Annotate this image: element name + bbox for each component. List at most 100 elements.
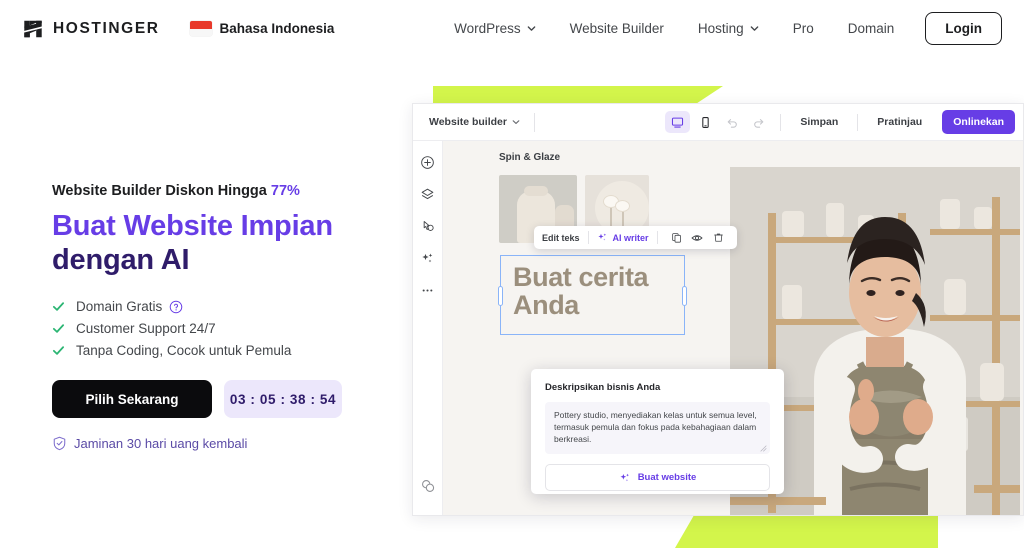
builder-title-label: Website builder xyxy=(429,116,507,128)
feature-label: Domain Gratis xyxy=(76,299,163,315)
hostinger-h-logo-icon xyxy=(22,18,44,40)
money-back-guarantee: Jaminan 30 hari uang kembali xyxy=(52,436,392,451)
create-website-label: Buat website xyxy=(637,472,697,483)
desktop-monitor-icon xyxy=(672,117,684,128)
list-item: Customer Support 24/7 xyxy=(52,321,392,336)
toolbar-divider xyxy=(780,113,782,131)
feature-label: Tanpa Coding, Cocok untuk Pemula xyxy=(76,343,292,359)
layers-icon[interactable] xyxy=(417,183,439,205)
ai-describe-business-panel: Deskripsikan bisnis Anda Pottery studio,… xyxy=(531,369,784,494)
language-label: Bahasa Indonesia xyxy=(219,21,335,36)
headline-line-2: dengan AI xyxy=(52,243,190,276)
login-button[interactable]: Login xyxy=(925,12,1002,45)
hero-section: Website Builder Diskon Hingga 77% Buat W… xyxy=(52,183,392,451)
flower-shape xyxy=(615,200,630,212)
builder-sidebar xyxy=(413,141,443,515)
add-circle-icon[interactable] xyxy=(417,151,439,173)
list-item: Tanpa Coding, Cocok untuk Pemula xyxy=(52,343,392,358)
list-item: Domain Gratis xyxy=(52,299,392,314)
canvas-site-title: Spin & Glaze xyxy=(499,152,561,163)
chevron-down-icon xyxy=(527,26,535,31)
publish-button[interactable]: Onlinekan xyxy=(942,110,1015,134)
headline-line-1: Buat Website Impian xyxy=(52,210,333,242)
language-selector[interactable]: Bahasa Indonesia xyxy=(189,21,335,36)
duplicate-icon[interactable] xyxy=(669,230,684,245)
hero-eyebrow: Website Builder Diskon Hingga 77% xyxy=(52,183,392,199)
create-website-button[interactable]: Buat website xyxy=(545,464,770,491)
nav-item-hosting[interactable]: Hosting xyxy=(681,21,776,36)
nav-label: Domain xyxy=(847,21,895,36)
nav-item-domain[interactable]: Domain xyxy=(831,21,912,36)
brand-logo[interactable]: HOSTINGER xyxy=(22,18,160,40)
toolbar-divider xyxy=(857,113,859,131)
toolbar-divider xyxy=(534,112,535,132)
choose-now-button[interactable]: Pilih Sekarang xyxy=(52,380,212,419)
builder-body: Spin & Glaze Edit teks AI writer Buat ce… xyxy=(413,141,1023,515)
cta-row: Pilih Sekarang 03 : 05 : 38 : 54 xyxy=(52,380,392,419)
nav-item-wordpress[interactable]: WordPress xyxy=(437,21,553,36)
hero-eyebrow-text: Website Builder Diskon Hingga xyxy=(52,183,271,199)
toolbar-divider xyxy=(587,231,589,244)
check-icon xyxy=(52,302,65,311)
chevron-down-icon xyxy=(750,26,759,31)
help-bubbles-icon[interactable] xyxy=(417,475,439,497)
undo-arrow-icon xyxy=(728,118,738,128)
canvas-heading-line-2: Anda xyxy=(513,290,579,321)
main-navigation: WordPress Website Builder Hosting Pro Do… xyxy=(437,12,1002,45)
check-icon xyxy=(52,346,65,355)
hero-discount-percent: 77% xyxy=(270,183,300,199)
builder-canvas: Spin & Glaze Edit teks AI writer Buat ce… xyxy=(443,141,1023,515)
canvas-heading-text: Buat cerita Anda xyxy=(501,256,684,319)
resize-grip-icon[interactable] xyxy=(760,445,767,452)
builder-toolbar-right: Simpan Pratinjau Onlinekan xyxy=(665,110,1023,134)
redo-button[interactable] xyxy=(747,111,770,133)
edit-text-button[interactable]: Edit teks xyxy=(542,233,580,243)
toolbar-divider xyxy=(656,231,658,244)
check-icon xyxy=(52,324,65,333)
website-builder-window: Website builder Simpan Pratinjau Onlinek… xyxy=(412,103,1024,516)
desktop-view-button[interactable] xyxy=(665,111,691,133)
save-button[interactable]: Simpan xyxy=(791,116,847,128)
nav-label: WordPress xyxy=(454,21,521,36)
sparkles-icon xyxy=(597,233,606,241)
page-title: Buat Website Impian dengan AI xyxy=(52,210,392,277)
question-mark-icon[interactable] xyxy=(169,300,183,314)
redo-arrow-icon xyxy=(754,118,764,128)
ai-panel-title: Deskripsikan bisnis Anda xyxy=(545,382,661,393)
builder-toolbar: Website builder Simpan Pratinjau Onlinek… xyxy=(413,104,1023,141)
business-description-input[interactable]: Pottery studio, menyediakan kelas untuk … xyxy=(545,402,770,454)
shield-check-icon xyxy=(53,436,66,451)
resize-handle-right[interactable] xyxy=(682,286,687,306)
business-description-value: Pottery studio, menyediakan kelas untuk … xyxy=(554,410,757,445)
more-dots-icon[interactable] xyxy=(417,279,439,301)
preview-button[interactable]: Pratinjau xyxy=(868,116,931,128)
guarantee-label: Jaminan 30 hari uang kembali xyxy=(74,436,248,452)
landing-page: HOSTINGER Bahasa Indonesia WordPress Web… xyxy=(0,0,1024,556)
trash-icon[interactable] xyxy=(711,230,726,245)
countdown-timer: 03 : 05 : 38 : 54 xyxy=(224,380,342,419)
builder-mockup: Website builder Simpan Pratinjau Onlinek… xyxy=(403,70,1024,556)
feature-list: Domain Gratis Customer Support 24/7 Tanp… xyxy=(52,299,392,358)
site-header: HOSTINGER Bahasa Indonesia WordPress Web… xyxy=(0,0,1024,57)
ai-writer-button[interactable]: AI writer xyxy=(613,233,649,243)
logo-text: HOSTINGER xyxy=(53,19,160,37)
sparkles-icon xyxy=(620,473,629,481)
resize-handle-left[interactable] xyxy=(498,286,503,306)
selected-text-block[interactable]: Buat cerita Anda xyxy=(498,255,687,335)
mobile-phone-icon xyxy=(702,116,710,128)
pointer-click-icon[interactable] xyxy=(417,215,439,237)
nav-label: Pro xyxy=(792,21,814,36)
nav-label: Hosting xyxy=(697,21,744,36)
nav-item-website-builder[interactable]: Website Builder xyxy=(553,21,681,36)
ai-sparkles-icon[interactable] xyxy=(417,247,439,269)
mobile-view-button[interactable] xyxy=(693,111,718,133)
eye-icon[interactable] xyxy=(690,230,705,245)
text-editing-toolbar: Edit teks AI writer xyxy=(534,226,737,249)
builder-title-dropdown[interactable]: Website builder xyxy=(429,116,520,128)
chevron-down-icon xyxy=(512,120,520,124)
canvas-heading-line-1: Buat cerita xyxy=(513,262,649,292)
feature-label: Customer Support 24/7 xyxy=(76,321,216,337)
undo-button[interactable] xyxy=(721,111,744,133)
nav-label: Website Builder xyxy=(569,21,664,36)
nav-item-pro[interactable]: Pro xyxy=(776,21,831,36)
